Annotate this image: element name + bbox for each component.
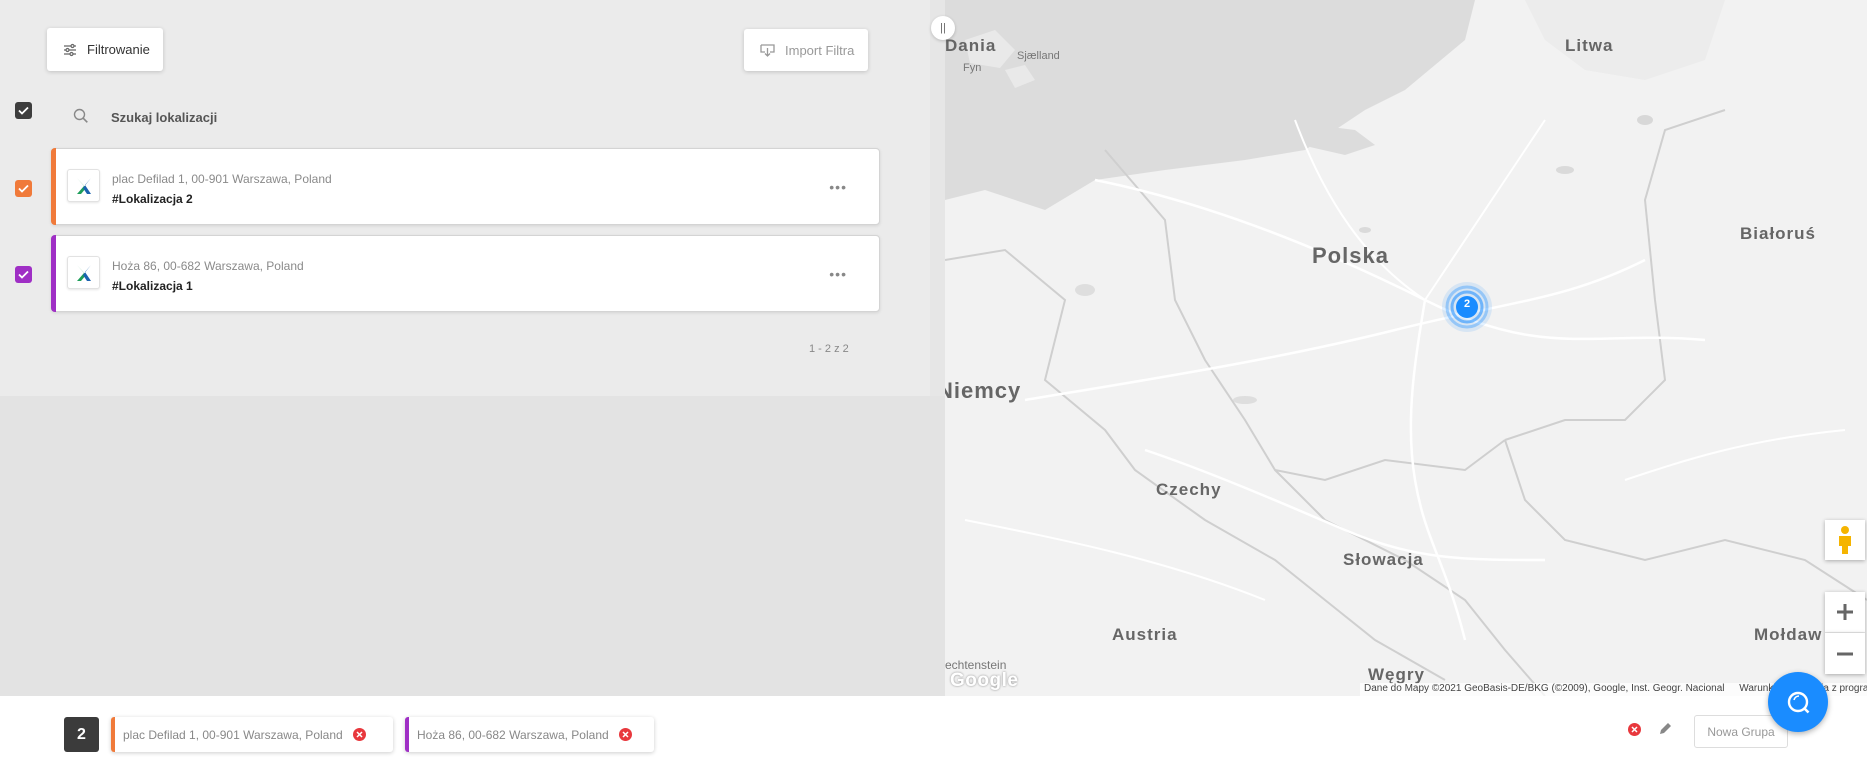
- cluster-count: 2: [1463, 298, 1471, 310]
- google-logo: Google: [950, 670, 1019, 691]
- map-label-country: Polska: [1312, 243, 1389, 268]
- map-label-country: Litwa: [1565, 36, 1614, 55]
- pencil-icon[interactable]: [1658, 722, 1672, 741]
- search-icon: [1787, 691, 1810, 714]
- map-view[interactable]: Dania Sjælland Fyn Litwa Polska Białoruś…: [945, 0, 1867, 696]
- map-label-country: Czechy: [1156, 480, 1222, 499]
- map-label-country: Mołdaw: [1754, 625, 1823, 644]
- search-location-input[interactable]: Szukaj lokalizacji: [111, 110, 217, 125]
- location-card[interactable]: plac Defilad 1, 00-901 Warszawa, Poland …: [51, 148, 880, 225]
- import-filter-button[interactable]: Import Filtra: [744, 29, 868, 71]
- zoom-in-button[interactable]: [1825, 592, 1865, 633]
- map-data-credit: Dane do Mapy ©2021 GeoBasis-DE/BKG (©200…: [1364, 683, 1725, 694]
- chip-color-bar: [111, 717, 115, 752]
- search-fab-button[interactable]: [1768, 672, 1828, 732]
- minus-icon: [1837, 652, 1853, 655]
- close-circle-icon[interactable]: [618, 728, 632, 741]
- location-color-bar: [51, 148, 56, 225]
- brand-logo: [67, 256, 100, 289]
- selection-bar: 2 plac Defilad 1, 00-901 Warszawa, Polan…: [0, 696, 1867, 770]
- location-address: plac Defilad 1, 00-901 Warszawa, Poland: [112, 172, 332, 186]
- import-filter-label: Import Filtra: [785, 42, 855, 58]
- filter-button[interactable]: Filtrowanie: [47, 28, 163, 71]
- filter-button-label: Filtrowanie: [87, 42, 150, 57]
- selected-location-chip[interactable]: plac Defilad 1, 00-901 Warszawa, Poland: [111, 717, 393, 752]
- panel-resize-handle[interactable]: ||: [931, 16, 955, 40]
- panel-empty-area: [0, 396, 945, 696]
- download-icon: [760, 43, 775, 57]
- locations-panel: Filtrowanie Import Filtra Szukaj lokaliz…: [0, 0, 930, 396]
- check-icon: [18, 184, 29, 193]
- chip-label: Hoża 86, 00-682 Warszawa, Poland: [417, 727, 609, 742]
- map-cluster-marker[interactable]: 2: [1441, 281, 1493, 333]
- search-icon[interactable]: [73, 108, 89, 129]
- sliders-icon: [63, 43, 77, 57]
- location-checkbox[interactable]: [15, 180, 32, 197]
- map-label-country: Białoruś: [1740, 224, 1817, 243]
- zoom-out-button[interactable]: [1825, 633, 1865, 674]
- check-icon: [18, 106, 29, 115]
- plus-icon: [1837, 604, 1853, 620]
- pegman-icon[interactable]: [1825, 520, 1865, 560]
- location-card[interactable]: Hoża 86, 00-682 Warszawa, Poland #Lokali…: [51, 235, 880, 312]
- location-name: #Lokalizacja 2: [112, 192, 193, 206]
- more-horizontal-icon[interactable]: •••: [829, 266, 847, 282]
- location-color-bar: [51, 235, 56, 312]
- pagination-info: 1 - 2 z 2: [809, 343, 849, 355]
- brand-logo: [67, 169, 100, 202]
- map-label-country: Austria: [1112, 625, 1178, 644]
- chip-label: plac Defilad 1, 00-901 Warszawa, Poland: [123, 727, 343, 742]
- check-icon: [18, 270, 29, 279]
- selected-location-chip[interactable]: Hoża 86, 00-682 Warszawa, Poland: [405, 717, 654, 752]
- map-label-region: Sjælland: [1017, 50, 1060, 62]
- selected-count-badge: 2: [64, 717, 99, 752]
- map-label-region: Fyn: [963, 62, 982, 74]
- more-horizontal-icon[interactable]: •••: [829, 179, 847, 195]
- map-label-country: Niemcy: [945, 378, 1022, 403]
- map-label-country: Węgry: [1368, 665, 1425, 684]
- close-circle-icon[interactable]: [352, 728, 366, 741]
- location-name: #Lokalizacja 1: [112, 279, 193, 293]
- chip-color-bar: [405, 717, 409, 752]
- location-address: Hoża 86, 00-682 Warszawa, Poland: [112, 259, 304, 273]
- close-circle-icon[interactable]: [1628, 723, 1641, 741]
- select-all-checkbox[interactable]: [15, 102, 32, 119]
- location-checkbox[interactable]: [15, 266, 32, 283]
- map-label-country: Słowacja: [1343, 550, 1424, 569]
- map-label-country: Dania: [945, 36, 997, 55]
- map-tiles: [945, 0, 1867, 696]
